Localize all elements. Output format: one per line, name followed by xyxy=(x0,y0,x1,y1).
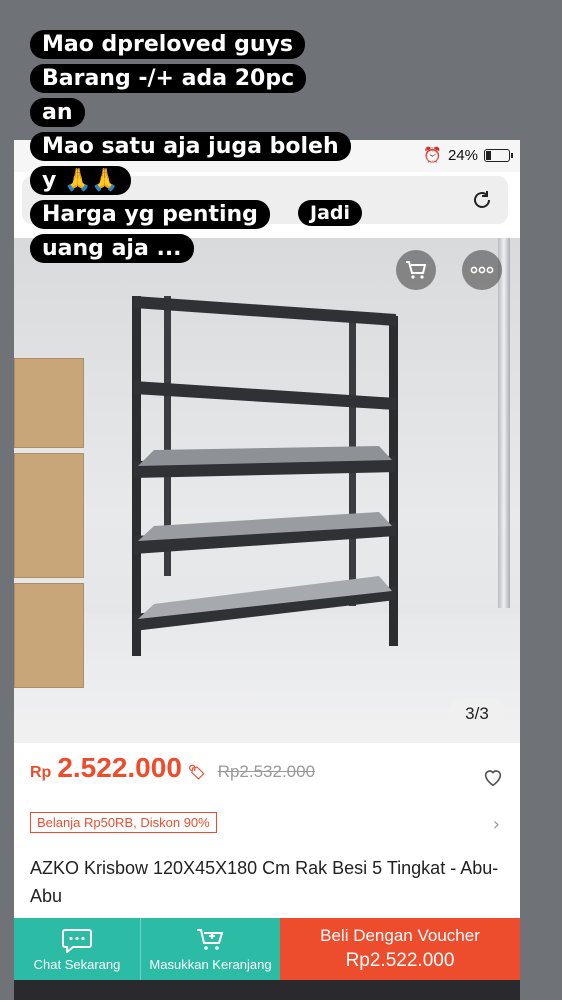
caption-line: y 🙏🙏 xyxy=(30,166,131,195)
battery-icon xyxy=(484,148,513,162)
product-title: AZKO Krisbow 120X45X180 Cm Rak Besi 5 Ti… xyxy=(30,858,499,906)
caption-line: Harga yg penting xyxy=(30,200,270,229)
cart-label: Masukkan Keranjang xyxy=(149,956,272,972)
image-counter: 3/3 xyxy=(448,699,506,729)
caption-line: an xyxy=(30,98,85,127)
more-button[interactable] xyxy=(462,250,502,290)
box xyxy=(14,583,84,688)
battery-text: 24% xyxy=(447,146,478,164)
chat-label: Chat Sekarang xyxy=(33,956,121,972)
browser-toolbar xyxy=(14,980,520,1000)
caption-line: Mao satu aja juga boleh xyxy=(30,132,351,161)
price-row: Rp 2.522.000 🏷 Rp2.532.000 xyxy=(30,752,315,784)
box xyxy=(14,358,84,448)
chat-icon xyxy=(62,928,92,953)
box xyxy=(14,453,84,578)
cart-button[interactable] xyxy=(396,250,436,290)
action-bar: Chat Sekarang Masukkan Keranjang Beli De… xyxy=(14,918,520,980)
more-icon xyxy=(470,266,494,274)
old-price: Rp2.532.000 xyxy=(217,762,316,781)
caption-line: Barang -/+ ada 20pc xyxy=(30,64,307,93)
currency: Rp xyxy=(30,764,52,781)
voucher-icon: 🏷 xyxy=(187,764,206,780)
pipe xyxy=(498,238,510,608)
add-to-cart-button[interactable]: Masukkan Keranjang xyxy=(140,918,280,980)
chevron-right-icon[interactable]: › xyxy=(493,814,500,835)
promo-badge[interactable]: Belanja Rp50RB, Diskon 90% xyxy=(30,812,217,833)
price: 2.522.000 xyxy=(57,752,182,783)
heart-icon[interactable] xyxy=(482,766,504,788)
buy-label: Beli Dengan Voucher xyxy=(320,926,480,945)
phone-screen: ⏰ 24% 3/3 Rp 2.522.000 🏷 Rp2.532.000 Bel… xyxy=(14,140,520,1000)
chat-button[interactable]: Chat Sekarang xyxy=(14,918,140,980)
status-right: ⏰ 24% xyxy=(423,146,513,164)
cart-icon xyxy=(406,261,427,279)
alarm-icon: ⏰ xyxy=(423,147,442,164)
caption-line: uang aja ... xyxy=(30,234,194,263)
buy-voucher-button[interactable]: Beli Dengan Voucher Rp2.522.000 xyxy=(280,918,520,980)
caption-line: Jadi xyxy=(298,200,363,226)
buy-price: Rp2.522.000 xyxy=(345,950,455,971)
product-image[interactable]: 3/3 xyxy=(14,238,520,743)
caption-line: Mao dpreloved guys xyxy=(30,30,305,59)
shelf-rack xyxy=(132,296,398,656)
add-cart-icon xyxy=(196,928,223,950)
reload-icon[interactable] xyxy=(470,188,494,212)
